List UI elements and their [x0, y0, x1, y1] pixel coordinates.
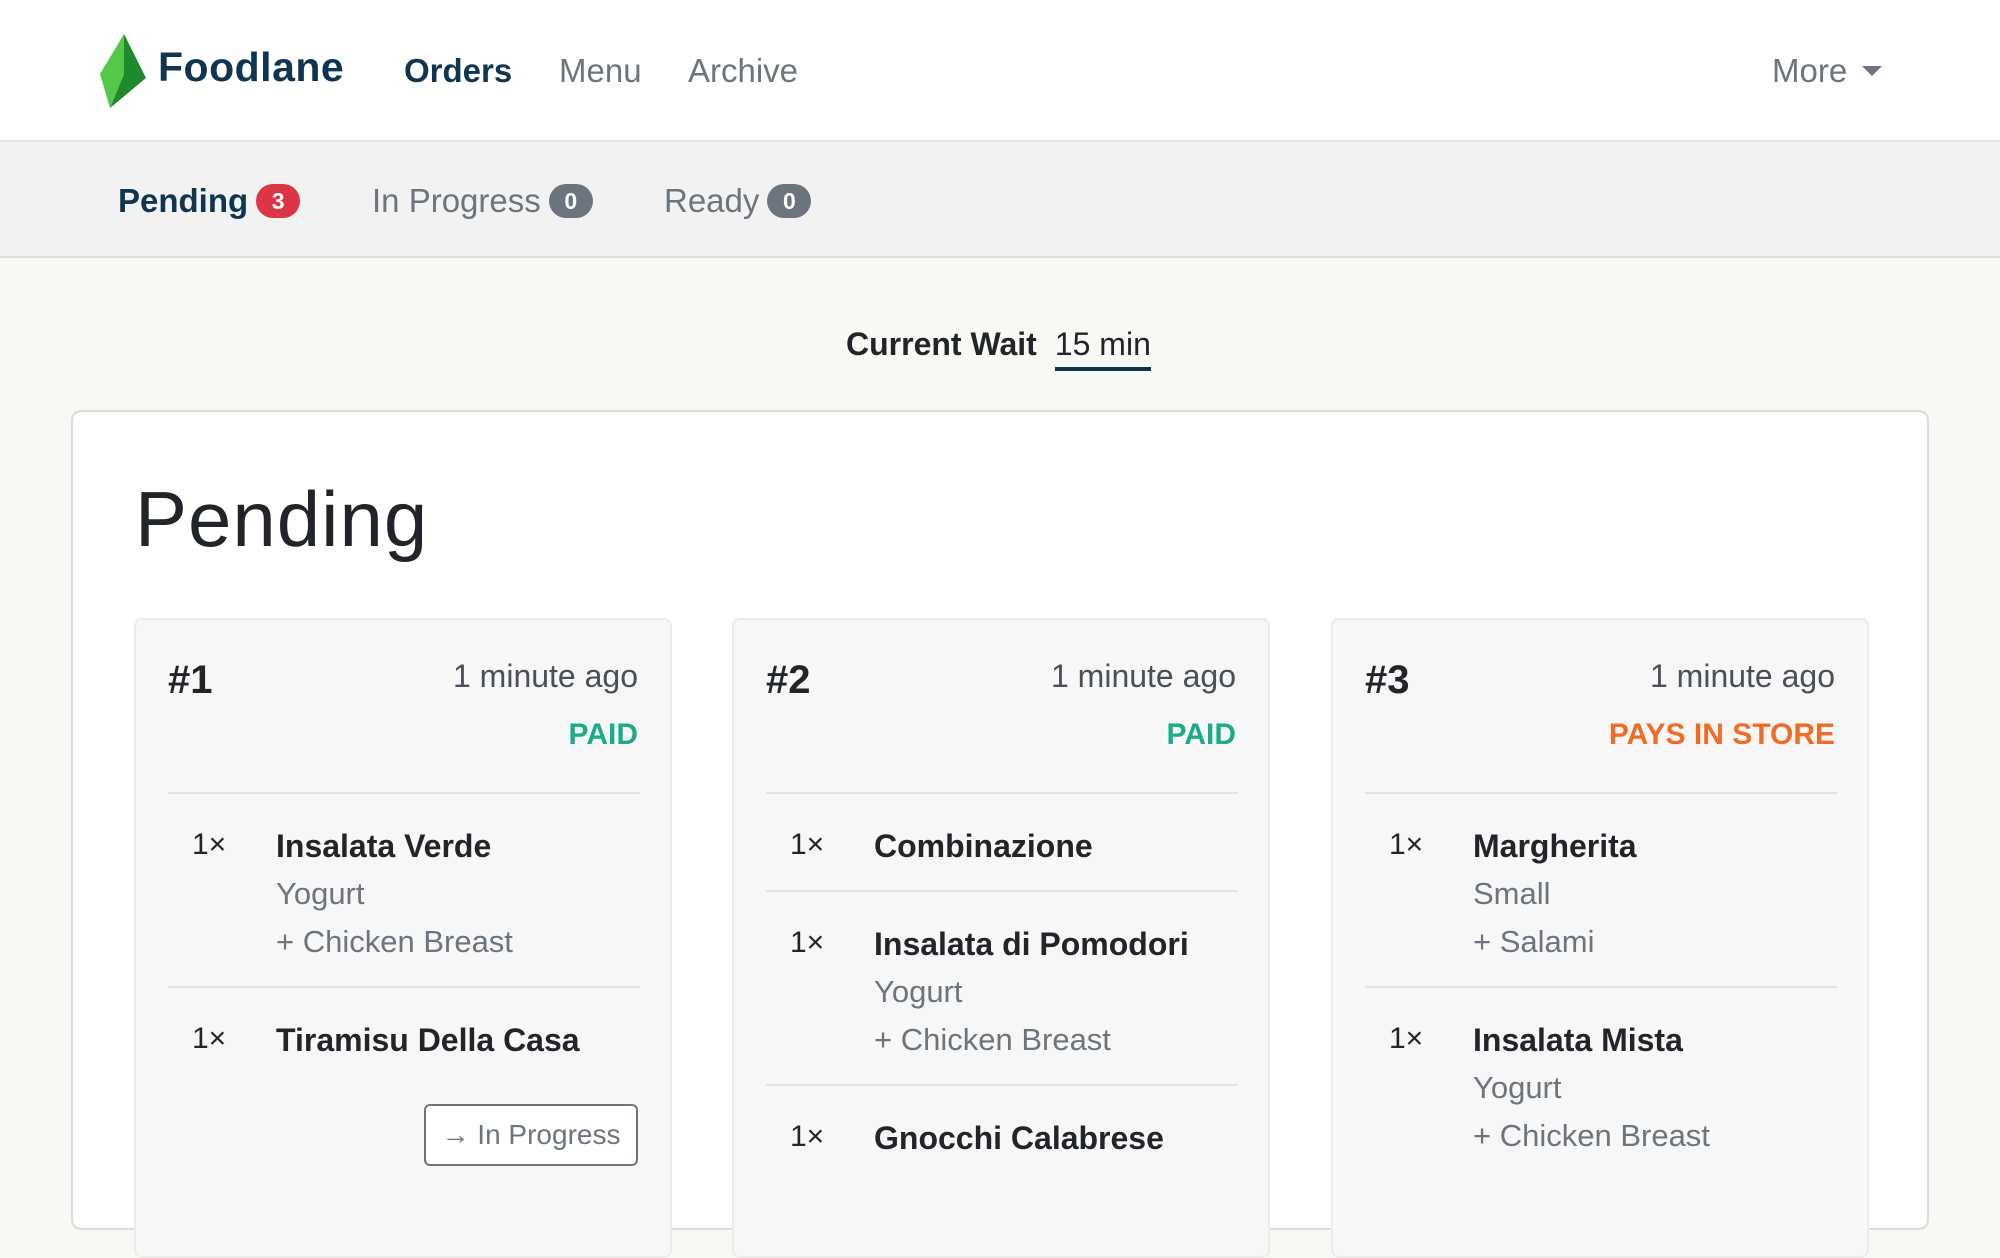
- more-dropdown[interactable]: More: [1772, 52, 1847, 90]
- wait-label: Current Wait: [846, 326, 1037, 362]
- section-title: Pending: [135, 475, 429, 563]
- item-option: Yogurt: [874, 974, 963, 1009]
- tab-label: In Progress: [372, 182, 541, 219]
- item-name: Insalata Mista: [1473, 1022, 1683, 1058]
- item-quantity: 1×: [790, 926, 825, 959]
- divider: [168, 986, 640, 988]
- order-time: 1 minute ago: [1050, 658, 1236, 694]
- chevron-down-icon[interactable]: [1862, 66, 1882, 76]
- divider: [1365, 792, 1837, 794]
- pending-panel: Pending #1 1 minute ago PAID 1× Insalata…: [71, 410, 1929, 1258]
- item-quantity: 1×: [1389, 1022, 1424, 1055]
- foodlane-logo-icon[interactable]: [100, 34, 148, 108]
- item-name: Combinazione: [874, 828, 1093, 864]
- item-option: Small: [1473, 876, 1551, 911]
- tab-label: Pending: [118, 182, 249, 219]
- brand-name[interactable]: Foodlane: [158, 44, 344, 91]
- item-name: Tiramisu Della Casa: [276, 1022, 580, 1058]
- nav-menu[interactable]: Menu: [559, 52, 642, 90]
- item-option: + Chicken Breast: [874, 1022, 1111, 1057]
- payment-status: PAID: [568, 718, 638, 751]
- move-to-in-progress-button[interactable]: → In Progress: [424, 1104, 638, 1166]
- order-card: #2 1 minute ago PAID 1× Combinazione 1× …: [732, 618, 1270, 1258]
- order-card: #3 1 minute ago PAYS IN STORE 1× Margher…: [1331, 618, 1869, 1258]
- item-quantity: 1×: [192, 828, 227, 861]
- item-name: Gnocchi Calabrese: [874, 1120, 1164, 1156]
- order-number: #1: [168, 658, 213, 702]
- item-option: + Chicken Breast: [1473, 1118, 1710, 1153]
- item-option: + Salami: [1473, 924, 1595, 959]
- item-option: Yogurt: [1473, 1070, 1562, 1105]
- order-time: 1 minute ago: [1649, 658, 1835, 694]
- item-quantity: 1×: [1389, 828, 1424, 861]
- item-name: Margherita: [1473, 828, 1637, 864]
- item-name: Insalata Verde: [276, 828, 492, 864]
- divider: [168, 792, 640, 794]
- payment-status: PAID: [1166, 718, 1236, 751]
- divider: [1365, 986, 1837, 988]
- item-option: + Chicken Breast: [276, 924, 513, 959]
- nav-archive[interactable]: Archive: [688, 52, 798, 90]
- nav-orders[interactable]: Orders: [404, 52, 512, 90]
- payment-status: PAYS IN STORE: [1608, 718, 1835, 751]
- divider: [766, 890, 1238, 892]
- order-card: #1 1 minute ago PAID 1× Insalata Verde Y…: [134, 618, 672, 1258]
- wait-time-selector[interactable]: 15 min: [1054, 326, 1151, 371]
- item-quantity: 1×: [192, 1022, 227, 1055]
- item-name: Insalata di Pomodori: [874, 926, 1189, 962]
- order-number: #3: [1365, 658, 1410, 702]
- top-navbar: Foodlane Orders Menu Archive More: [0, 0, 2000, 142]
- count-badge: 0: [548, 184, 593, 218]
- item-quantity: 1×: [790, 828, 825, 861]
- tab-in-progress[interactable]: In Progress 0: [372, 182, 593, 220]
- order-time: 1 minute ago: [452, 658, 638, 694]
- divider: [766, 792, 1238, 794]
- tab-label: Ready: [664, 182, 760, 219]
- order-status-tabs: Pending 3 In Progress 0 Ready 0: [0, 142, 2000, 258]
- divider: [766, 1084, 1238, 1086]
- current-wait: Current Wait 15 min: [846, 326, 1151, 371]
- order-number: #2: [766, 658, 811, 702]
- item-option: Yogurt: [276, 876, 365, 911]
- tab-pending[interactable]: Pending 3: [118, 182, 301, 220]
- count-badge: 3: [256, 184, 301, 218]
- item-quantity: 1×: [790, 1120, 825, 1153]
- tab-ready[interactable]: Ready 0: [664, 182, 812, 220]
- count-badge: 0: [767, 184, 812, 218]
